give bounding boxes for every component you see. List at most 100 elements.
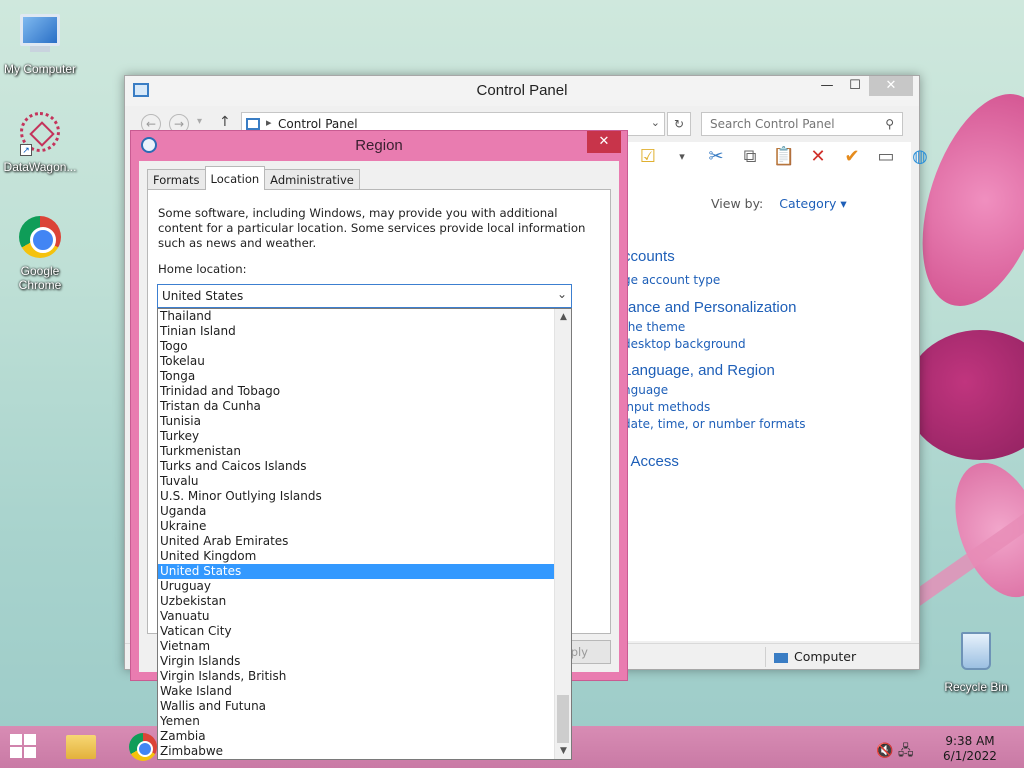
- computer-icon: [774, 652, 788, 663]
- volume-muted-icon[interactable]: 🔇: [876, 743, 893, 759]
- network-icon[interactable]: 🖧: [898, 743, 914, 759]
- copy-icon[interactable]: ⧉: [737, 144, 763, 170]
- country-option[interactable]: Uganda: [158, 504, 555, 519]
- country-options: Thailand Tinian Island Togo Tokelau Tonga Tri…: [158, 309, 555, 759]
- desktop-icon-google-chrome[interactable]: Google Chrome: [0, 216, 80, 292]
- close-button[interactable]: ✕: [869, 76, 913, 96]
- location-description: Some software, including Windows, may pr…: [158, 206, 586, 250]
- country-option[interactable]: Turkey: [158, 429, 555, 444]
- country-option[interactable]: Tonga: [158, 369, 555, 384]
- home-location-select[interactable]: United States ⌄: [157, 284, 572, 308]
- country-option[interactable]: Wake Island: [158, 684, 555, 699]
- search-icon[interactable]: ⚲: [885, 117, 894, 131]
- country-option[interactable]: Virgin Islands: [158, 654, 555, 669]
- close-button[interactable]: ✕: [587, 131, 621, 153]
- country-option[interactable]: Vanuatu: [158, 609, 555, 624]
- country-option[interactable]: Yemen: [158, 714, 555, 729]
- home-location-value: United States: [162, 289, 244, 303]
- paste-icon[interactable]: 📋: [771, 144, 797, 170]
- desktop-icon-label: Recycle Bin: [944, 680, 1008, 694]
- control-panel-titlebar[interactable]: Control Panel — ☐ ✕: [125, 76, 919, 106]
- tab-administrative[interactable]: Administrative: [264, 169, 360, 190]
- rename-icon[interactable]: ▭: [873, 144, 899, 170]
- country-option[interactable]: United Arab Emirates: [158, 534, 555, 549]
- country-option[interactable]: Uzbekistan: [158, 594, 555, 609]
- minimize-button[interactable]: —: [813, 76, 841, 96]
- country-option[interactable]: Turkmenistan: [158, 444, 555, 459]
- scroll-up-icon[interactable]: ▲: [555, 309, 571, 325]
- category-heading-user-accounts[interactable]: ccounts: [623, 248, 675, 265]
- view-by-dropdown[interactable]: Category ▾: [779, 196, 846, 211]
- country-option[interactable]: Ukraine: [158, 519, 555, 534]
- category-heading-clock-language-region[interactable]: Language, and Region: [623, 362, 775, 379]
- country-option[interactable]: Zambia: [158, 729, 555, 744]
- category-link[interactable]: ge account type: [623, 273, 720, 287]
- check-icon[interactable]: ✔: [839, 144, 865, 170]
- home-location-list[interactable]: Thailand Tinian Island Togo Tokelau Tonga Tri…: [157, 308, 572, 760]
- country-option[interactable]: Tinian Island: [158, 324, 555, 339]
- category-link[interactable]: desktop background: [623, 337, 746, 351]
- chevron-down-icon[interactable]: ⌄: [557, 287, 567, 301]
- computer-icon: [18, 14, 62, 58]
- country-option[interactable]: Wallis and Futuna: [158, 699, 555, 714]
- country-option[interactable]: United States: [158, 564, 555, 579]
- country-option[interactable]: Tristan da Cunha: [158, 399, 555, 414]
- country-option[interactable]: Vatican City: [158, 624, 555, 639]
- window-title: Control Panel: [476, 82, 568, 99]
- country-option[interactable]: Tunisia: [158, 414, 555, 429]
- category-link[interactable]: input methods: [623, 400, 710, 414]
- desktop-icon-label: My Computer: [3, 62, 77, 76]
- desktop-icon-datawagon[interactable]: ↗ DataWagon...: [0, 112, 80, 174]
- country-option[interactable]: Uruguay: [158, 579, 555, 594]
- country-option[interactable]: Virgin Islands, British: [158, 669, 555, 684]
- country-option[interactable]: Vietnam: [158, 639, 555, 654]
- list-scrollbar[interactable]: ▲ ▼: [554, 309, 571, 759]
- country-option[interactable]: U.S. Minor Outlying Islands: [158, 489, 555, 504]
- country-option[interactable]: Tokelau: [158, 354, 555, 369]
- category-heading-ease-of-access[interactable]: f Access: [623, 453, 679, 470]
- properties-icon[interactable]: ☑: [635, 144, 661, 170]
- country-option[interactable]: Turks and Caicos Islands: [158, 459, 555, 474]
- cut-icon[interactable]: ✂: [703, 144, 729, 170]
- view-by-label: View by:: [711, 196, 764, 211]
- country-option[interactable]: Trinidad and Tobago: [158, 384, 555, 399]
- scroll-thumb[interactable]: [557, 695, 569, 743]
- breadcrumb-separator-icon[interactable]: ▸: [266, 116, 272, 129]
- taskbar-file-explorer[interactable]: [58, 730, 104, 764]
- country-option[interactable]: Tuvalu: [158, 474, 555, 489]
- country-option[interactable]: Zimbabwe: [158, 744, 555, 759]
- tab-location[interactable]: Location: [204, 166, 266, 190]
- address-dropdown-icon[interactable]: ⌄: [651, 116, 660, 129]
- category-link[interactable]: date, time, or number formats: [623, 417, 805, 431]
- datawagon-icon: ↗: [18, 112, 62, 156]
- country-option[interactable]: Togo: [158, 339, 555, 354]
- country-option[interactable]: Thailand: [158, 309, 555, 324]
- maximize-button[interactable]: ☐: [841, 76, 869, 96]
- desktop-icon-my-computer[interactable]: My Computer: [0, 12, 80, 76]
- view-by: View by: Category ▾: [711, 196, 847, 211]
- category-link[interactable]: the theme: [623, 320, 685, 334]
- control-panel-icon: [246, 118, 260, 130]
- category-link[interactable]: nguage: [623, 383, 668, 397]
- clock[interactable]: 9:38 AM 6/1/2022: [932, 734, 1008, 764]
- search-input[interactable]: [702, 113, 872, 135]
- start-button[interactable]: [10, 734, 38, 760]
- delete-icon[interactable]: ✕: [805, 144, 831, 170]
- globe-icon[interactable]: ◍: [907, 144, 933, 170]
- category-heading-appearance[interactable]: rance and Personalization: [623, 299, 796, 316]
- status-computer: Computer: [765, 647, 915, 667]
- dropdown-icon[interactable]: ▾: [669, 144, 695, 170]
- scroll-down-icon[interactable]: ▼: [555, 743, 571, 759]
- desktop-icon-label: Google Chrome: [18, 264, 62, 292]
- recent-dropdown-icon[interactable]: ▾: [197, 116, 202, 127]
- country-option[interactable]: United Kingdom: [158, 549, 555, 564]
- recycle-bin-icon: [954, 632, 998, 676]
- wallpaper-petal: [905, 330, 1024, 460]
- desktop-icon-recycle-bin[interactable]: Recycle Bin: [936, 632, 1016, 694]
- up-button[interactable]: ↑: [219, 114, 231, 130]
- search-box[interactable]: ⚲: [701, 112, 903, 136]
- clock-time: 9:38 AM: [945, 734, 995, 748]
- refresh-button[interactable]: ↻: [667, 112, 691, 136]
- breadcrumb[interactable]: Control Panel: [278, 117, 358, 131]
- tab-formats[interactable]: Formats: [147, 169, 206, 190]
